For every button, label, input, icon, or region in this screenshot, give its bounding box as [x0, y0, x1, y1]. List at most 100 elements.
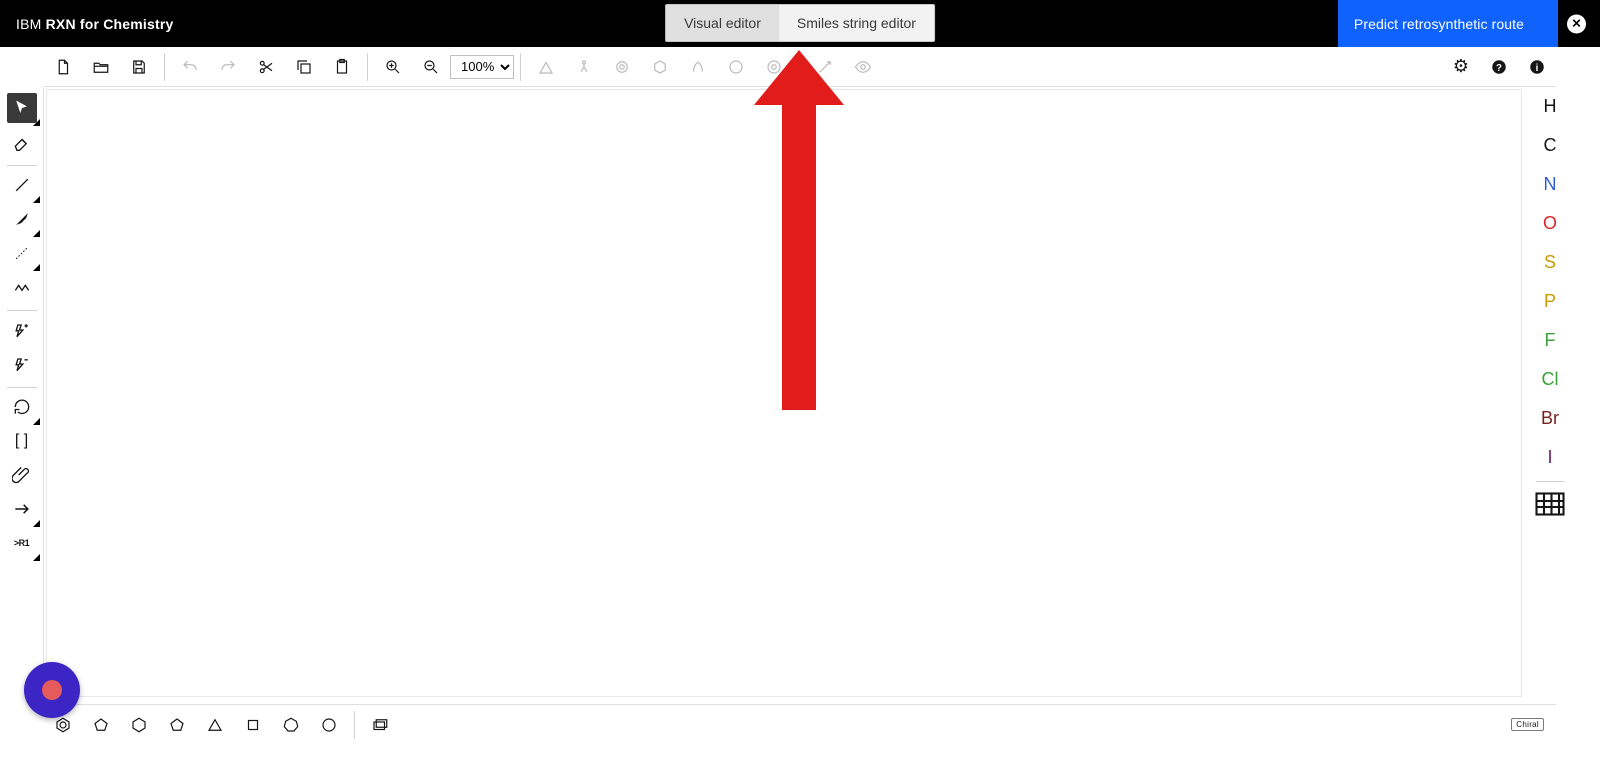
- cut-button[interactable]: [247, 47, 285, 87]
- wand-icon: [816, 58, 834, 76]
- tab-smiles-editor[interactable]: Smiles string editor: [779, 5, 934, 41]
- benzene-icon: [54, 716, 72, 734]
- cyclopropane-template[interactable]: [196, 705, 234, 745]
- undo-button[interactable]: [171, 47, 209, 87]
- erase-tool[interactable]: [7, 127, 37, 157]
- zoom-group: 100%: [374, 47, 514, 86]
- brand-suffix: RXN for Chemistry: [46, 16, 174, 32]
- atom-cl-button[interactable]: Cl: [1532, 360, 1568, 399]
- charge-minus-tool[interactable]: [7, 349, 37, 379]
- template-library-button[interactable]: [361, 705, 399, 745]
- wedge-up-tool[interactable]: [7, 204, 37, 234]
- main-toolbar: 100% ⚙ ? i: [44, 47, 1556, 87]
- analyse-icon: [765, 58, 783, 76]
- sgroup-tool[interactable]: [ ]: [7, 426, 37, 456]
- zoom-out-button[interactable]: [412, 47, 450, 87]
- atom-toolbar: H C N O S P F Cl Br I: [1532, 87, 1568, 522]
- record-fab[interactable]: [24, 662, 80, 718]
- wedge-down-tool[interactable]: [7, 238, 37, 268]
- miew-button[interactable]: [806, 47, 844, 87]
- toolbar-separator: [354, 711, 355, 739]
- clean-button[interactable]: [565, 47, 603, 87]
- wedge-up-icon: [12, 209, 32, 229]
- cyclopentane-template[interactable]: [82, 705, 120, 745]
- predict-button-label: Predict retrosynthetic route: [1354, 16, 1524, 32]
- atom-n-button[interactable]: N: [1532, 165, 1568, 204]
- select-tool[interactable]: [7, 93, 37, 123]
- save-file-button[interactable]: [120, 47, 158, 87]
- settings-button[interactable]: ⚙: [1442, 47, 1480, 87]
- editor-tabs: Visual editor Smiles string editor: [665, 4, 935, 42]
- tab-visual-editor[interactable]: Visual editor: [666, 5, 779, 41]
- copy-button[interactable]: [285, 47, 323, 87]
- editor-tabs-wrap: Visual editor Smiles string editor: [665, 4, 935, 42]
- atom-c-button[interactable]: C: [1532, 126, 1568, 165]
- atom-p-button[interactable]: P: [1532, 282, 1568, 321]
- arrow-right-icon: [12, 499, 32, 519]
- sgroup-data-tool[interactable]: [7, 460, 37, 490]
- cip-button[interactable]: [679, 47, 717, 87]
- eraser-icon: [12, 132, 32, 152]
- atom-br-button[interactable]: Br: [1532, 399, 1568, 438]
- layout-button[interactable]: [527, 47, 565, 87]
- cyclopentadiene-template[interactable]: [158, 705, 196, 745]
- single-bond-icon: [12, 175, 32, 195]
- cycloheptane-template[interactable]: [272, 705, 310, 745]
- help-button[interactable]: ?: [1480, 47, 1518, 87]
- atom-f-button[interactable]: F: [1532, 321, 1568, 360]
- file-group: [44, 47, 158, 86]
- open-folder-icon: [92, 58, 110, 76]
- atom-s-button[interactable]: S: [1532, 243, 1568, 282]
- left-separator: [7, 310, 37, 311]
- predict-retrosynthetic-route-button[interactable]: Predict retrosynthetic route: [1338, 0, 1558, 47]
- atom-i-button[interactable]: I: [1532, 438, 1568, 477]
- heptagon-icon: [282, 716, 300, 734]
- open-file-button[interactable]: [82, 47, 120, 87]
- transform-tool[interactable]: [7, 392, 37, 422]
- zoom-in-icon: [384, 58, 402, 76]
- edit-group: [171, 47, 361, 86]
- new-file-button[interactable]: [44, 47, 82, 87]
- chain-icon: [12, 277, 32, 297]
- cyclooctane-template[interactable]: [310, 705, 348, 745]
- dropdown-corner-icon: [33, 520, 40, 527]
- periodic-table-button[interactable]: [1532, 486, 1568, 522]
- dropdown-corner-icon: [33, 554, 40, 561]
- gear-icon: ⚙: [1453, 56, 1469, 77]
- undo-icon: [181, 58, 199, 76]
- recognize-button[interactable]: [844, 47, 882, 87]
- aromatize-icon: [613, 58, 631, 76]
- wedge-down-icon: [12, 243, 32, 263]
- paste-button[interactable]: [323, 47, 361, 87]
- left-separator: [7, 165, 37, 166]
- chiral-flag-badge[interactable]: Chiral: [1511, 718, 1544, 731]
- help-icon: ?: [1490, 58, 1508, 76]
- chain-tool[interactable]: [7, 272, 37, 302]
- cyclohexane-template[interactable]: [120, 705, 158, 745]
- rgroup-tool[interactable]: >R1: [7, 528, 37, 558]
- charge-plus-tool[interactable]: [7, 315, 37, 345]
- close-button[interactable]: ✕: [1567, 14, 1586, 33]
- square-icon: [244, 716, 262, 734]
- layout-group: [527, 47, 793, 86]
- reaction-arrow-tool[interactable]: [7, 494, 37, 524]
- zoom-in-button[interactable]: [374, 47, 412, 87]
- atom-o-button[interactable]: O: [1532, 204, 1568, 243]
- brackets-icon: [ ]: [15, 432, 28, 450]
- charge-minus-icon: [12, 354, 32, 374]
- atom-h-button[interactable]: H: [1532, 87, 1568, 126]
- dropdown-corner-icon: [33, 230, 40, 237]
- zoom-select[interactable]: 100%: [450, 55, 514, 79]
- redo-button[interactable]: [209, 47, 247, 87]
- canvas-area[interactable]: [44, 87, 1524, 699]
- brand: IBM RXN for Chemistry: [0, 16, 173, 32]
- info-icon: i: [1528, 58, 1546, 76]
- check-button[interactable]: [717, 47, 755, 87]
- pentagon-icon: [92, 716, 110, 734]
- about-button[interactable]: i: [1518, 47, 1556, 87]
- aromatize-button[interactable]: [603, 47, 641, 87]
- dearomatize-button[interactable]: [641, 47, 679, 87]
- cyclobutane-template[interactable]: [234, 705, 272, 745]
- single-bond-tool[interactable]: [7, 170, 37, 200]
- analyse-button[interactable]: [755, 47, 793, 87]
